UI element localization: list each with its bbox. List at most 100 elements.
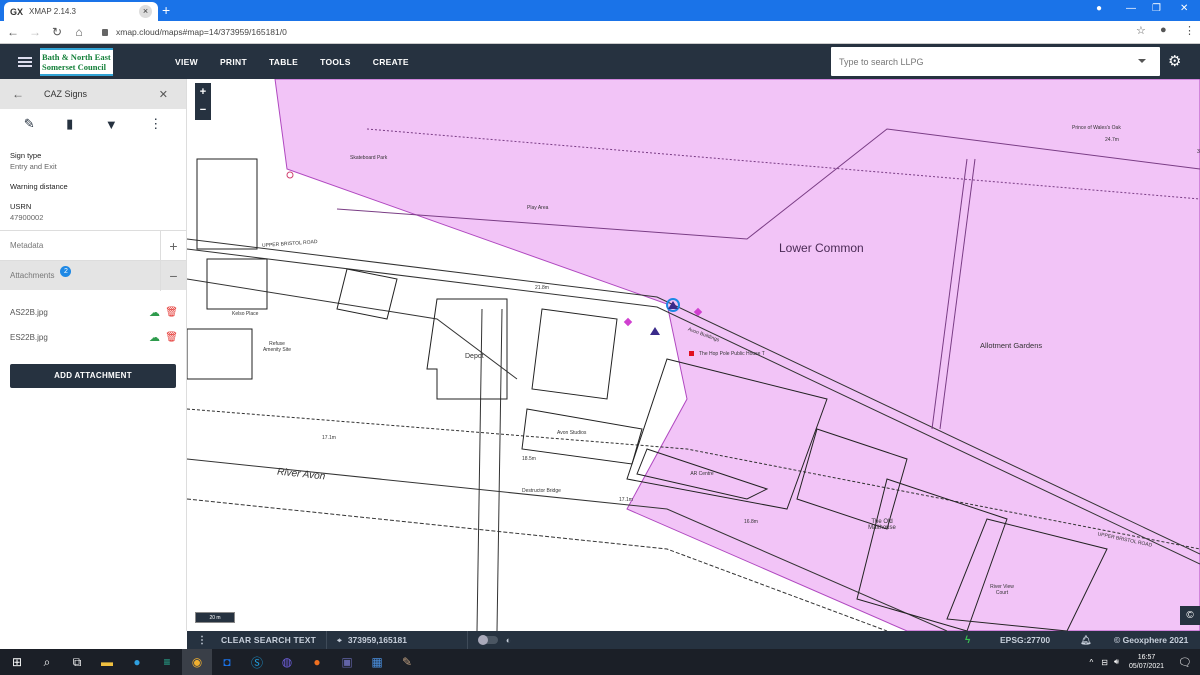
clock[interactable]: 16:57 05/07/2021 bbox=[1129, 653, 1164, 671]
reload-icon[interactable]: ↻ bbox=[48, 25, 66, 39]
search-icon[interactable]: ⌕ bbox=[32, 649, 62, 675]
map-label: Lower Common bbox=[779, 241, 864, 255]
back-arrow-icon[interactable]: ← bbox=[12, 87, 24, 101]
app-icon[interactable]: ≡ bbox=[152, 649, 182, 675]
poi-marker bbox=[689, 351, 694, 356]
app-icon[interactable]: ◍ bbox=[272, 649, 302, 675]
browser-tab-bar: GX XMAP 2.14.3 × + ● — ❐ ✕ bbox=[0, 0, 1200, 21]
task-view-icon[interactable]: ⧉ bbox=[62, 649, 92, 675]
delete-trash-icon[interactable]: ▮ bbox=[66, 116, 73, 132]
projection-label[interactable]: EPSG:27700 bbox=[1000, 635, 1050, 645]
file-explorer-icon[interactable]: ▬ bbox=[92, 649, 122, 675]
field-value: Entry and Exit bbox=[10, 162, 57, 171]
contrast-icon[interactable]: ◐ bbox=[506, 635, 511, 645]
profile-icon[interactable]: ● bbox=[1096, 3, 1102, 14]
clear-search-button[interactable]: CLEAR SEARCH TEXT bbox=[221, 635, 316, 645]
menu-print[interactable]: PRINT bbox=[220, 57, 247, 67]
field-sign-type: Sign type Entry and Exit bbox=[0, 151, 186, 171]
map-label: Destructor Bridge bbox=[522, 488, 561, 494]
menu-create[interactable]: CREATE bbox=[373, 57, 409, 67]
field-warning-distance: Warning distance bbox=[0, 182, 186, 191]
panel-header: ← CAZ Signs ✕ bbox=[0, 79, 186, 109]
attachment-filename[interactable]: AS22B.jpg bbox=[10, 308, 48, 317]
coordinates-readout[interactable]: ⌖ 373959,165181 bbox=[337, 635, 407, 646]
menu-tools[interactable]: TOOLS bbox=[320, 57, 351, 67]
window-close-button[interactable]: ✕ bbox=[1180, 3, 1188, 14]
expand-plus-icon[interactable]: + bbox=[160, 231, 186, 261]
menu-view[interactable]: VIEW bbox=[175, 57, 198, 67]
action-center-icon[interactable]: 🗨︎ bbox=[1178, 656, 1192, 669]
feature-panel: ← CAZ Signs ✕ ✎ ▮ ▼ ⋮ Sign type Entry an… bbox=[0, 79, 187, 631]
edit-pencil-icon[interactable]: ✎ bbox=[24, 116, 35, 132]
llpg-search-input[interactable]: Type to search LLPG bbox=[831, 47, 1160, 76]
connection-bolt-icon: ϟ bbox=[965, 634, 971, 646]
attachments-label: Attachments bbox=[10, 271, 55, 280]
cloud-download-icon[interactable]: ☁ bbox=[149, 306, 160, 319]
home-icon[interactable]: ⌂ bbox=[70, 25, 88, 39]
attachment-item[interactable]: AS22B.jpg ☁ 🗑 bbox=[0, 300, 186, 325]
windows-taskbar: ⊞ ⌕ ⧉ ▬ ● ≡ ◉ ◘ Ⓢ ◍ ● ▣ ▦ ✎ ^ ⊟ 🔊︎ 16:57… bbox=[0, 649, 1200, 675]
map-label: AR Centre bbox=[690, 471, 714, 477]
bookmark-star-icon[interactable]: ☆ bbox=[1136, 24, 1146, 37]
delete-trash-icon[interactable]: 🗑 bbox=[165, 332, 178, 343]
status-menu-icon[interactable]: ⋮ bbox=[197, 635, 207, 646]
menu-table[interactable]: TABLE bbox=[269, 57, 298, 67]
clock-date: 05/07/2021 bbox=[1128, 663, 1165, 670]
zoom-out-button[interactable]: − bbox=[195, 101, 211, 119]
delete-trash-icon[interactable]: 🗑 bbox=[165, 307, 178, 318]
collapse-minus-icon[interactable]: − bbox=[160, 261, 186, 291]
map-label: Skateboard Park bbox=[350, 155, 388, 161]
browser-tab[interactable]: GX XMAP 2.14.3 × bbox=[4, 2, 158, 21]
spot-height: 16.8m bbox=[744, 519, 758, 525]
network-icon[interactable]: ⊟ bbox=[1101, 658, 1108, 667]
spot-height: 21.8m bbox=[535, 285, 549, 291]
layer-toggle[interactable] bbox=[477, 635, 498, 645]
zoom-in-button[interactable]: + bbox=[195, 83, 211, 101]
paint-icon[interactable]: ✎ bbox=[392, 649, 422, 675]
account-icon[interactable]: ● bbox=[1160, 24, 1167, 36]
tab-close-icon[interactable]: × bbox=[139, 5, 152, 18]
clock-time: 16:57 bbox=[1137, 654, 1156, 661]
attachment-item[interactable]: ES22B.jpg ☁ 🗑 bbox=[0, 325, 186, 350]
skype-icon[interactable]: Ⓢ bbox=[242, 649, 272, 675]
restore-button[interactable]: ❐ bbox=[1152, 3, 1161, 14]
divider bbox=[466, 631, 468, 649]
forward-icon[interactable]: → bbox=[26, 25, 44, 39]
favicon-icon: GX bbox=[10, 6, 24, 17]
new-tab-button[interactable]: + bbox=[162, 2, 170, 18]
add-attachment-button[interactable]: ADD ATTACHMENT bbox=[10, 364, 176, 388]
panel-title: CAZ Signs bbox=[44, 89, 88, 99]
lock-icon bbox=[102, 28, 108, 36]
back-icon[interactable]: ← bbox=[4, 25, 22, 39]
network-app-icon[interactable]: ▦ bbox=[362, 649, 392, 675]
chrome-icon[interactable]: ◉ bbox=[182, 649, 212, 675]
attachments-section[interactable]: Attachments 2 − bbox=[0, 260, 186, 291]
attachments-count-badge: 2 bbox=[60, 266, 72, 277]
metadata-section[interactable]: Metadata + bbox=[0, 230, 186, 261]
tab-title: XMAP 2.14.3 bbox=[29, 7, 77, 16]
cloud-download-icon[interactable]: ☁ bbox=[149, 331, 160, 344]
filter-icon[interactable]: ▼ bbox=[105, 117, 118, 132]
hamburger-menu-icon[interactable] bbox=[18, 56, 32, 67]
map-label: Kelso Place bbox=[232, 311, 259, 317]
windows-start-icon[interactable]: ⊞ bbox=[2, 649, 32, 675]
more-options-icon[interactable]: ⋮ bbox=[149, 116, 162, 132]
sign-marker-circle bbox=[286, 171, 294, 179]
teams-icon[interactable]: ▣ bbox=[332, 649, 362, 675]
volume-icon[interactable]: 🔊︎ bbox=[1114, 657, 1119, 667]
tray-chevron-icon[interactable]: ^ bbox=[1089, 658, 1093, 667]
chrome-menu-icon[interactable]: ⋮ bbox=[1184, 24, 1195, 37]
edge-icon[interactable]: ● bbox=[122, 649, 152, 675]
copyright-info-icon[interactable]: © bbox=[1180, 606, 1200, 625]
settings-gear-icon[interactable]: ⚙ bbox=[1168, 52, 1181, 70]
notification-bell-icon[interactable]: 🔔︎ bbox=[1080, 635, 1091, 646]
attachment-filename[interactable]: ES22B.jpg bbox=[10, 333, 48, 342]
outlook-icon[interactable]: ◘ bbox=[212, 649, 242, 675]
map-canvas[interactable]: Lower Common Allotment Gardens Play Area… bbox=[187, 79, 1200, 631]
minimize-button[interactable]: — bbox=[1126, 3, 1136, 14]
dropdown-caret-icon[interactable] bbox=[1138, 59, 1146, 63]
status-bar: ⋮ CLEAR SEARCH TEXT ⌖ 373959,165181 ◐ ϟ … bbox=[187, 631, 1200, 649]
close-panel-icon[interactable]: ✕ bbox=[159, 88, 168, 101]
firefox-icon[interactable]: ● bbox=[302, 649, 332, 675]
url-field[interactable]: xmap.cloud/maps#map=14/373959/165181/0 bbox=[102, 27, 287, 37]
